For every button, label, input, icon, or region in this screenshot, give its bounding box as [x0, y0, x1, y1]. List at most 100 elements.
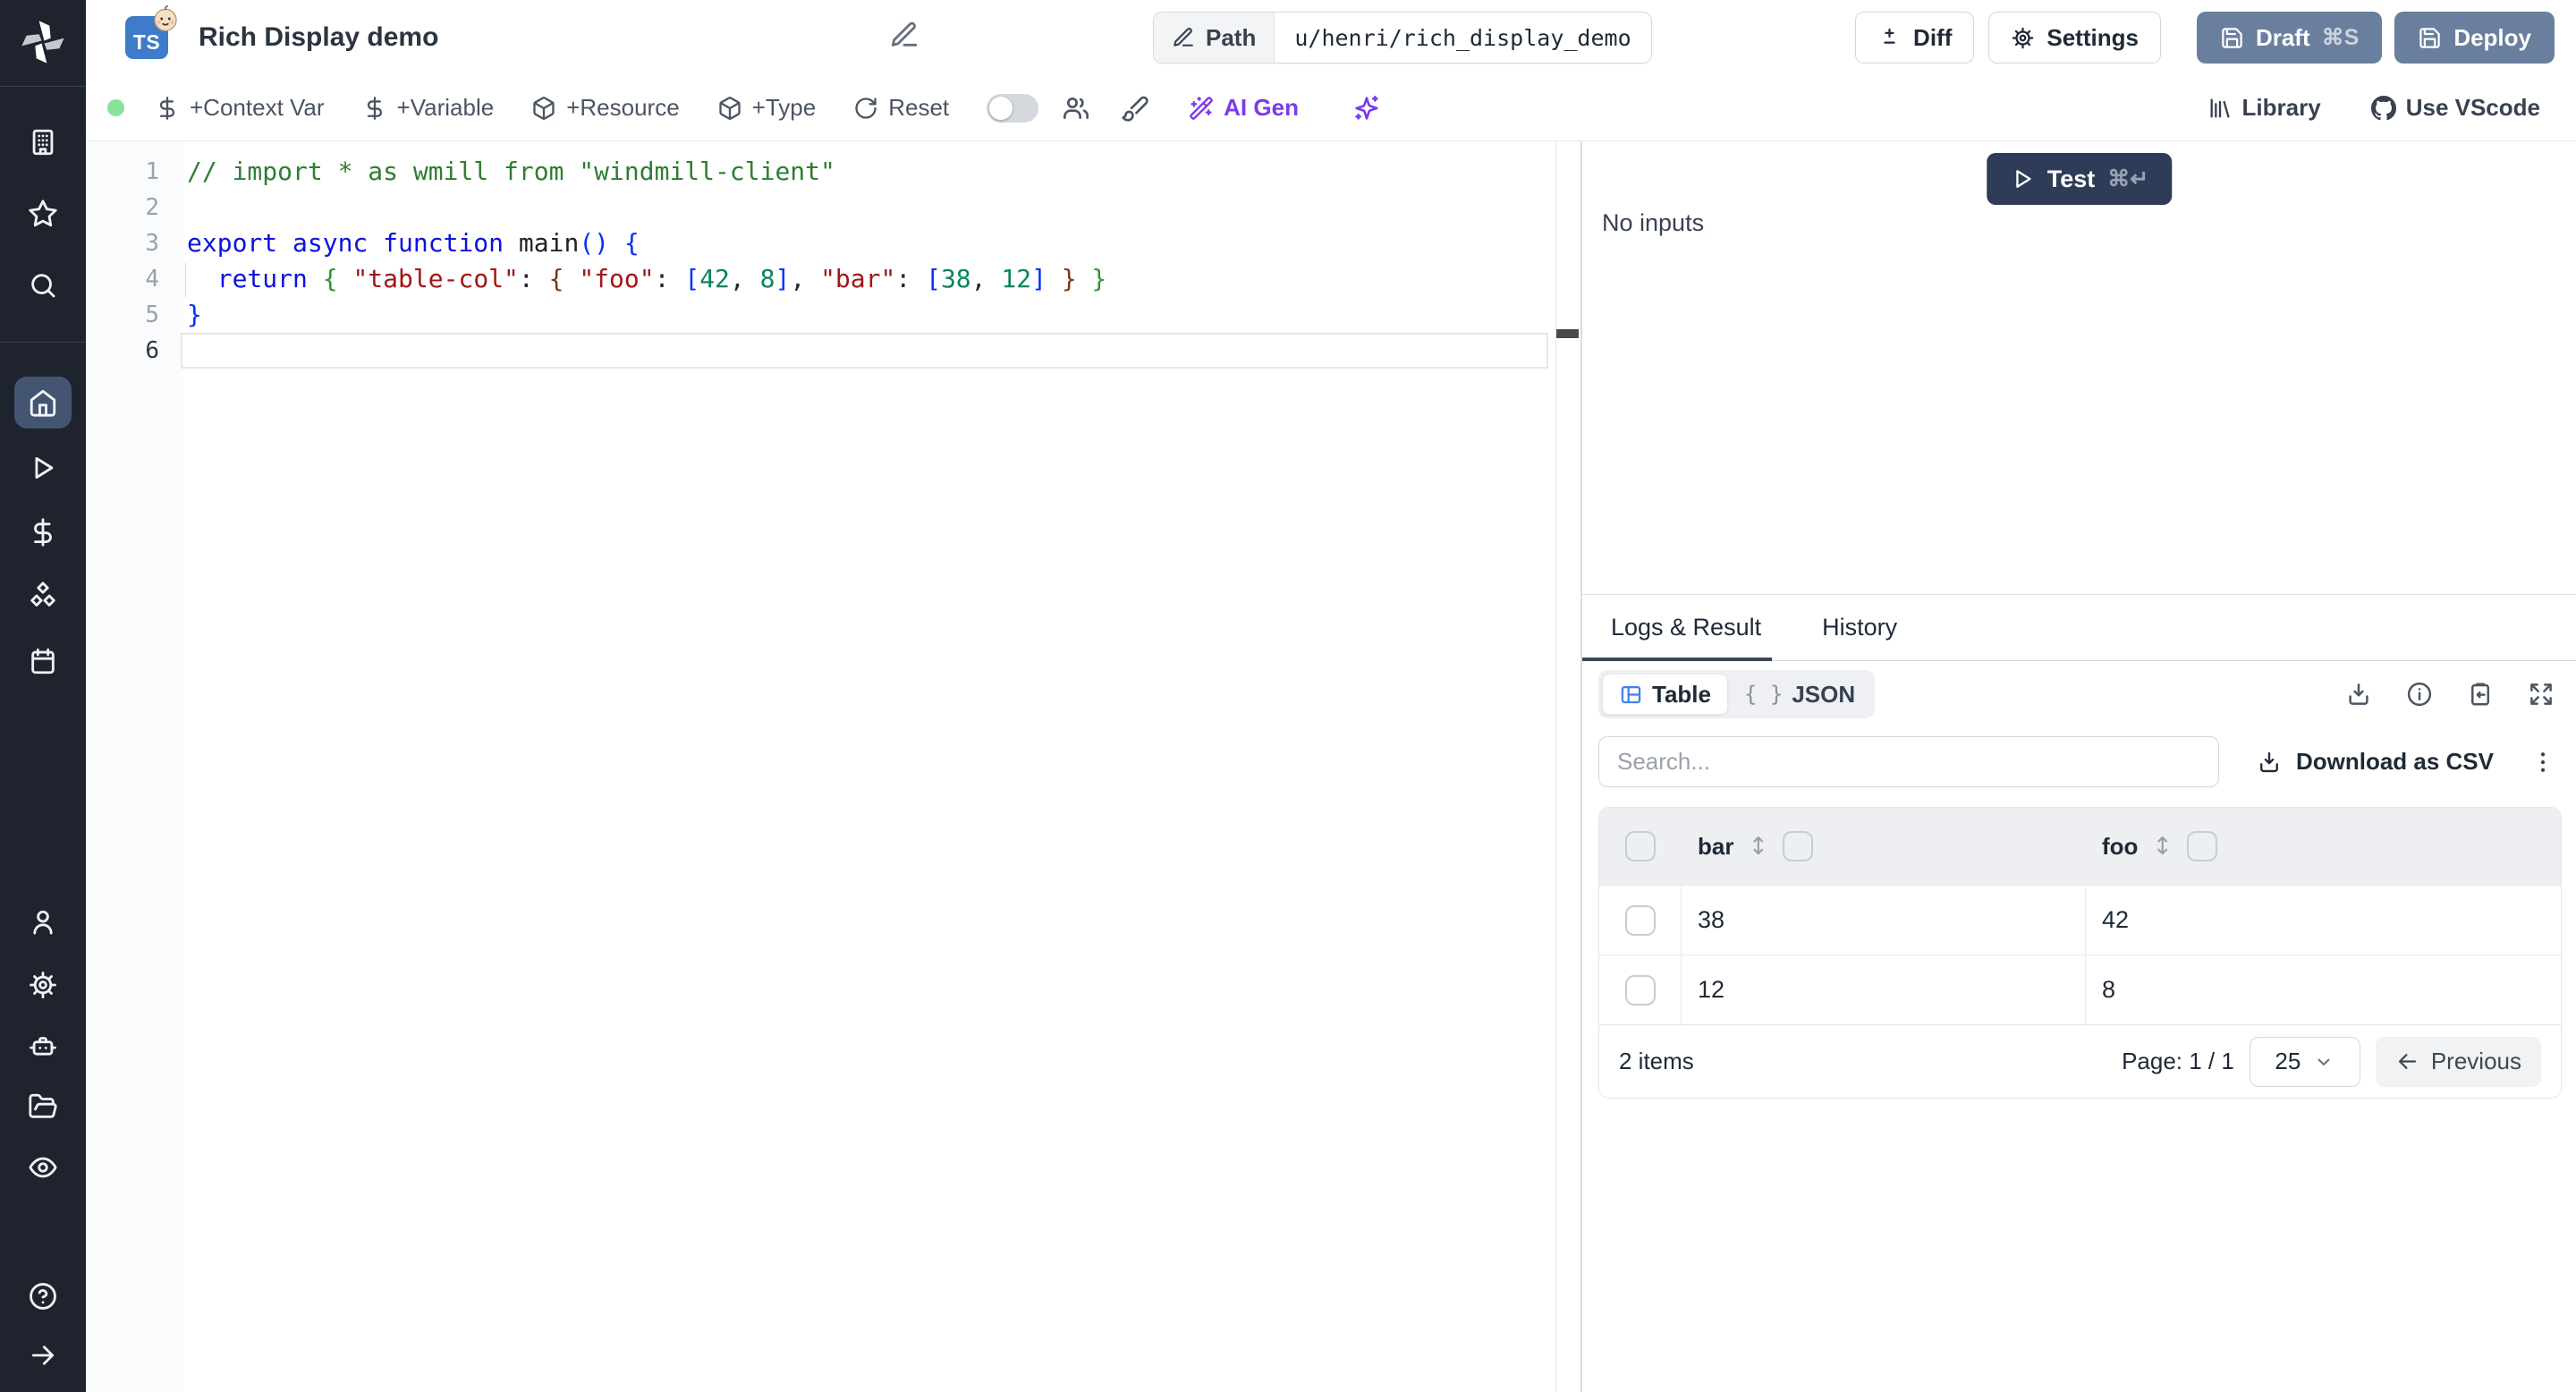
sidebar-item-resources[interactable]	[28, 581, 58, 612]
package-icon	[533, 96, 555, 120]
format-button[interactable]	[1121, 94, 1149, 123]
info-icon	[2407, 682, 2432, 707]
chevron-down-icon	[2318, 1058, 2330, 1065]
table-row[interactable]: 38 42	[1599, 885, 2561, 955]
ai-sparkles-button[interactable]	[1352, 94, 1381, 123]
sidebar-item-audit-logs[interactable]	[28, 1152, 58, 1183]
play-icon	[35, 456, 54, 480]
add-type-button[interactable]: +Type	[717, 94, 816, 122]
csv-group: Download as CSV	[2257, 748, 2562, 776]
add-context-var-button[interactable]: +Context Var	[155, 94, 325, 122]
copy-result-button[interactable]	[2467, 681, 2494, 708]
line-number-active: 6	[145, 337, 159, 364]
add-resource-button[interactable]: +Resource	[531, 94, 680, 122]
collaborate-button[interactable]	[1062, 94, 1090, 123]
typescript-badge-label: TS	[132, 30, 161, 54]
download-csv-button[interactable]: Download as CSV	[2257, 748, 2494, 776]
use-vscode-button[interactable]: Use VScode	[2370, 94, 2540, 122]
ai-gen-button[interactable]: AI Gen	[1189, 94, 1299, 122]
diff-label: Diff	[1913, 23, 1953, 51]
table-row[interactable]: 12 8	[1599, 955, 2561, 1024]
editor-overview-ruler[interactable]	[1555, 141, 1579, 1392]
add-resource-label: +Resource	[566, 94, 680, 121]
row-checkbox[interactable]	[1624, 904, 1656, 936]
result-tabs: Logs & Result History	[1581, 595, 2576, 661]
sidebar-item-search[interactable]	[28, 270, 58, 301]
code-line-3: export async function main() {	[187, 228, 640, 258]
download-icon	[2349, 683, 2368, 705]
sidebar-item-workers[interactable]	[28, 1031, 58, 1061]
paintbrush-icon	[1122, 96, 1148, 122]
sidebar-item-variables[interactable]	[28, 517, 58, 547]
result-info-button[interactable]	[2406, 681, 2433, 708]
column-foo-checkbox[interactable]	[2187, 831, 2218, 862]
view-json-button[interactable]: { } JSON	[1728, 674, 1871, 715]
add-variable-button[interactable]: +Variable	[362, 94, 494, 122]
save-icon	[2222, 27, 2242, 48]
sidebar-item-settings[interactable]	[28, 970, 58, 1000]
gear-icon	[2012, 27, 2034, 48]
sidebar-divider	[0, 86, 86, 87]
result-actions	[2345, 681, 2562, 708]
table-options-button[interactable]	[2529, 749, 2556, 776]
sidebar-item-users[interactable]	[28, 907, 58, 938]
sort-foo-button[interactable]: ↕	[2152, 833, 2173, 861]
line-number: 2	[145, 194, 159, 221]
edit-summary-button[interactable]	[889, 20, 919, 50]
test-run-button[interactable]: Test ⌘↵	[1986, 153, 2173, 205]
editor-toolbar: +Context Var +Variable +Resource +Type R…	[86, 75, 2576, 141]
sidebar-item-runs[interactable]	[28, 453, 58, 483]
path-button[interactable]: Path	[1154, 13, 1275, 63]
no-inputs-text: No inputs	[1602, 209, 1705, 236]
code-line-4: return { "table-col": { "foo": [42, 8], …	[216, 264, 1107, 293]
deploy-label: Deploy	[2453, 23, 2531, 51]
tab-logs-result[interactable]: Logs & Result	[1581, 595, 1773, 661]
package-icon	[719, 96, 741, 120]
cell-bar: 38	[1698, 906, 1725, 933]
typescript-badge: TS	[125, 5, 177, 59]
run-result-panel: Test ⌘↵ No inputs Logs & Result History	[1580, 141, 2576, 1392]
table-icon	[1621, 685, 1641, 703]
windmill-logo[interactable]	[17, 16, 69, 68]
draft-button[interactable]: Draft ⌘S	[2196, 12, 2383, 64]
sidebar-item-help[interactable]	[28, 1281, 58, 1311]
view-table-button[interactable]: Table	[1602, 674, 1728, 715]
download-result-button[interactable]	[2345, 681, 2372, 708]
draft-shortcut: ⌘S	[2321, 25, 2360, 50]
deploy-button[interactable]: Deploy	[2394, 12, 2555, 64]
sidebar-expand-button[interactable]	[28, 1340, 58, 1371]
diff-button[interactable]: Diff	[1855, 12, 1975, 64]
line-number: 1	[145, 158, 159, 185]
sidebar-item-folders[interactable]	[28, 1091, 58, 1122]
code-lines[interactable]: // import * as wmill from "windmill-clie…	[183, 141, 1550, 369]
previous-page-button[interactable]: Previous	[2375, 1036, 2541, 1087]
path-control[interactable]: Path u/henri/rich_display_demo	[1153, 12, 1652, 64]
result-body: Table { } JSON Search... Download as CSV…	[1582, 661, 2576, 1392]
sidebar-item-home[interactable]	[14, 377, 72, 429]
column-bar-checkbox[interactable]	[1783, 831, 1814, 862]
download-csv-label: Download as CSV	[2295, 748, 2494, 775]
windmill-logo-icon	[21, 21, 64, 64]
calendar-icon	[31, 648, 55, 675]
select-all-checkbox[interactable]	[1625, 831, 1656, 862]
sidebar-item-workspace[interactable]	[28, 127, 58, 157]
page-size-select[interactable]: 25	[2249, 1036, 2360, 1087]
diff-mode-toggle[interactable]	[987, 93, 1039, 123]
row-checkbox[interactable]	[1624, 974, 1656, 1006]
dollar-icon	[34, 518, 52, 547]
code-editor[interactable]: 1 2 3 4 5 6 // import * as wmill from "w…	[86, 141, 1580, 1392]
reset-button[interactable]: Reset	[853, 94, 949, 122]
sidebar-item-favorites[interactable]	[28, 199, 58, 229]
robot-icon	[30, 1037, 56, 1056]
cell-foo: 42	[2102, 906, 2130, 933]
expand-result-button[interactable]	[2528, 681, 2555, 708]
library-button[interactable]: Library	[2207, 94, 2321, 122]
sort-bar-button[interactable]: ↕	[1748, 833, 1768, 861]
sidebar-item-schedules[interactable]	[28, 646, 58, 676]
settings-button[interactable]: Settings	[1988, 12, 2161, 64]
page-title: Rich Display demo	[199, 22, 439, 52]
search-input[interactable]	[1598, 736, 2219, 787]
content-split: 1 2 3 4 5 6 // import * as wmill from "w…	[86, 141, 2576, 1392]
tab-history[interactable]: History	[1818, 595, 1901, 660]
page-size-value: 25	[2275, 1048, 2301, 1074]
